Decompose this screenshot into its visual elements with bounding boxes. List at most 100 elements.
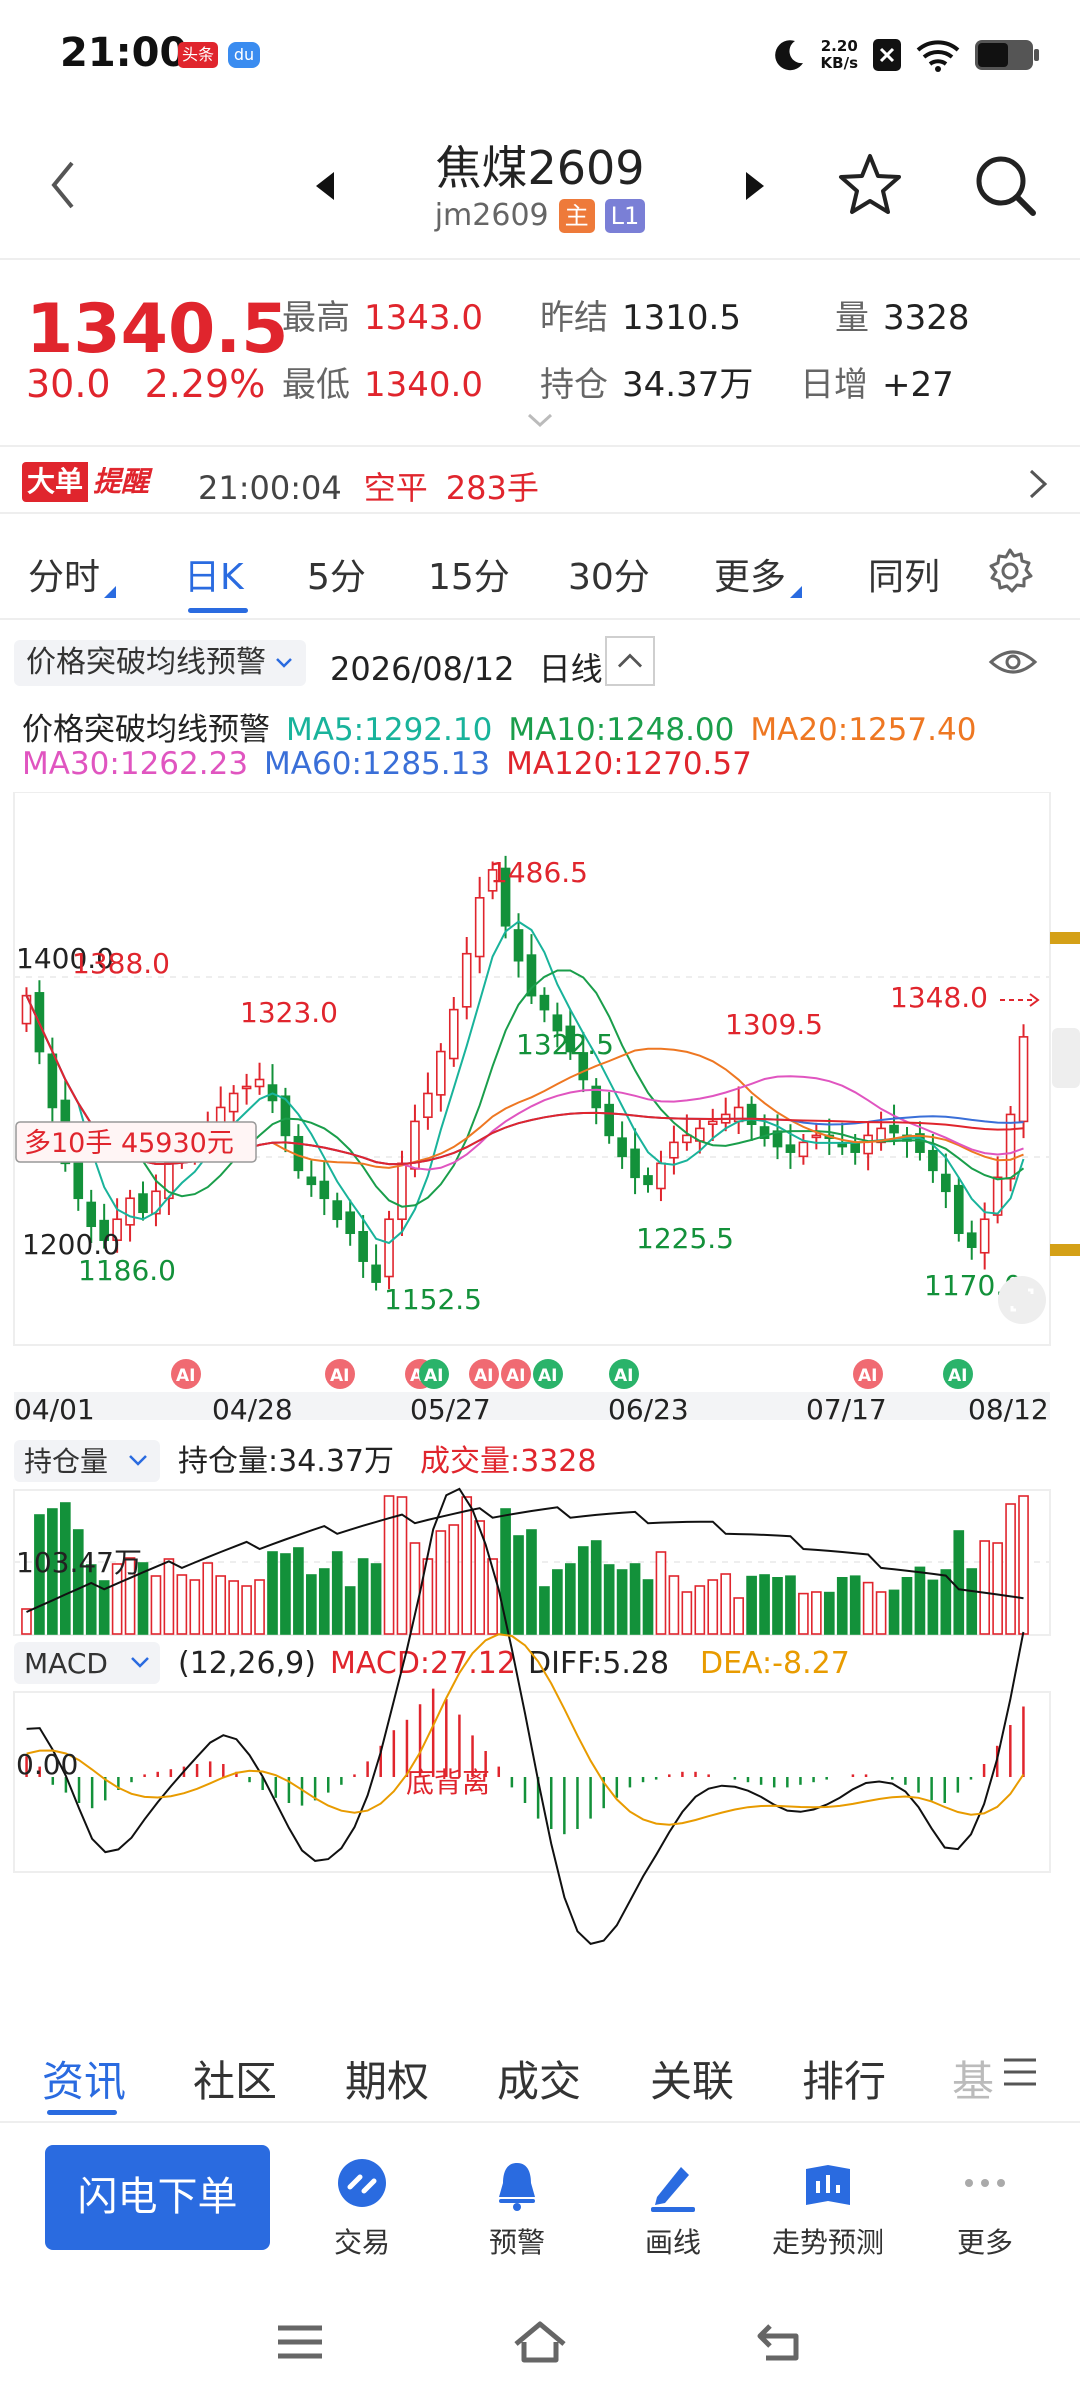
volume-bar (344, 1586, 356, 1635)
chart-period: 日线 (538, 650, 603, 688)
eye-icon[interactable] (988, 642, 1038, 682)
collapse-chevron-up-icon[interactable] (605, 636, 655, 686)
annot-high-1486: 1486.5 (490, 856, 588, 889)
candle-body (863, 1134, 873, 1155)
oi-text: 持仓量:34.37万 (178, 1444, 394, 1479)
indicator-selector[interactable]: 价格突破均线预警 (14, 640, 306, 686)
tab-5min[interactable]: 5分 (307, 548, 366, 600)
side-handle[interactable] (1052, 1028, 1080, 1088)
gear-icon[interactable] (985, 546, 1035, 596)
search-icon[interactable] (970, 150, 1040, 220)
x-axis-strip (14, 1392, 1050, 1420)
candle-body (448, 1008, 459, 1060)
volume-bar (461, 1496, 473, 1635)
volume-bar (823, 1591, 835, 1635)
quote-panel: 1340.5 30.0 2.29% 最高 1343.0 最低 1340.0 昨结 131… (0, 262, 1080, 447)
volume-bar (992, 1542, 1003, 1635)
tab-trades[interactable]: 成交 (497, 2048, 581, 2109)
status-bar: 21:00 头条 du 2.20 KB/s (0, 0, 1080, 110)
tab-related[interactable]: 关联 (650, 2048, 734, 2109)
annot-low-1322: 1322.5 (516, 1028, 614, 1061)
ma120-label: MA120:1270.57 (506, 746, 752, 782)
tab-options[interactable]: 期权 (345, 2048, 429, 2109)
candle-body (397, 1162, 407, 1221)
tab-ranking[interactable]: 排行 (802, 2048, 886, 2109)
ai-badge-text: AI (506, 1366, 525, 1386)
volume-bar (603, 1564, 615, 1635)
candle-body (228, 1092, 239, 1113)
trade-button[interactable]: 交易 (287, 2157, 437, 2261)
bell-icon (499, 2163, 535, 2211)
trend-forecast-button[interactable]: 走势预测 (753, 2157, 903, 2261)
volume-bar (228, 1580, 239, 1635)
draw-line-button[interactable]: 画线 (598, 2157, 748, 2261)
tab-same-list[interactable]: 同列 (868, 548, 940, 600)
volume-bar (953, 1530, 965, 1635)
tab-daily-k[interactable]: 日K (184, 548, 244, 600)
volume-bar (914, 1566, 926, 1635)
moon-icon (774, 40, 803, 71)
kline-chart[interactable]: 1400.0 1200.0 1388.0 1486.5 1323.0 1322.… (0, 792, 1080, 2012)
candles-group (21, 855, 1029, 1291)
next-contract-icon[interactable] (740, 168, 770, 204)
wifi-icon (916, 40, 960, 72)
alert-action: 空平 (363, 469, 428, 507)
volume-bar (1005, 1503, 1016, 1635)
volume-bar (979, 1540, 991, 1635)
volume-bar (331, 1551, 343, 1635)
diff-value: DIFF:5.28 (528, 1646, 669, 1681)
more-button[interactable]: 更多 (910, 2157, 1060, 2261)
macd-plot-frame (13, 1691, 1051, 1873)
nav-back-icon[interactable] (750, 2314, 810, 2370)
dea-value: DEA:-8.27 (700, 1646, 850, 1681)
expand-chevron-icon[interactable] (525, 410, 555, 430)
candle-body (254, 1078, 265, 1088)
volume-bar (888, 1589, 900, 1635)
chart-date: 2026/08/12 (330, 650, 515, 688)
candle-body (371, 1264, 381, 1283)
nav-menu-icon[interactable] (270, 2314, 330, 2370)
volume-bar (539, 1586, 550, 1635)
prev-settle-value: 1310.5 (622, 298, 741, 338)
pen-icon (651, 2167, 695, 2212)
high-value: 1343.0 (364, 298, 483, 338)
net-unit: KB/s (820, 54, 858, 72)
fullscreen-button[interactable] (998, 1276, 1046, 1324)
big-order-alert[interactable]: 大单 提醒 21:00:04 空平 283手 (0, 449, 1080, 514)
alert-button[interactable]: 预警 (442, 2157, 592, 2261)
menu-icon[interactable] (1000, 2054, 1040, 2090)
ma60-label: MA60:1285.13 (264, 746, 491, 782)
diff-line (26, 1487, 1025, 1946)
annot-low-1225: 1225.5 (636, 1222, 734, 1255)
x-tick-0527: 05/27 (410, 1393, 491, 1426)
nav-home-icon[interactable] (510, 2314, 570, 2370)
tab-intraday[interactable]: 分时 (28, 548, 117, 600)
tab-15min[interactable]: 15分 (428, 548, 510, 600)
tab-news[interactable]: 资讯 (42, 2048, 126, 2109)
candle-body (513, 929, 524, 962)
candle-body (47, 1053, 58, 1109)
candle-body (474, 897, 485, 958)
tab-30min[interactable]: 30分 (568, 548, 650, 600)
candle-body (539, 994, 550, 1011)
volume-bar (966, 1568, 978, 1635)
tab-fundamentals[interactable]: 基 (952, 2048, 994, 2109)
candle-body (241, 1085, 252, 1090)
ai-badge-text: AI (424, 1366, 443, 1386)
chevron-right-icon[interactable] (1026, 467, 1050, 501)
price-change-pct: 2.29% (144, 362, 266, 406)
candle-body (604, 1103, 614, 1137)
candle-body (461, 952, 472, 1008)
volume-bar (409, 1542, 421, 1635)
tab-more[interactable]: 更多 (714, 548, 803, 600)
tab-community[interactable]: 社区 (193, 2048, 277, 2109)
candle-body (306, 1176, 317, 1186)
volume-bar (306, 1574, 317, 1635)
flash-order-button[interactable]: 闪电下单 (45, 2145, 270, 2250)
volume-bar (202, 1562, 214, 1635)
favorite-star-icon[interactable] (835, 150, 905, 220)
candle-body (798, 1141, 809, 1158)
ma5-label: MA5:1292.10 (286, 712, 493, 748)
du-badge: du (228, 42, 260, 68)
vol-text: 成交量:3328 (420, 1444, 596, 1479)
